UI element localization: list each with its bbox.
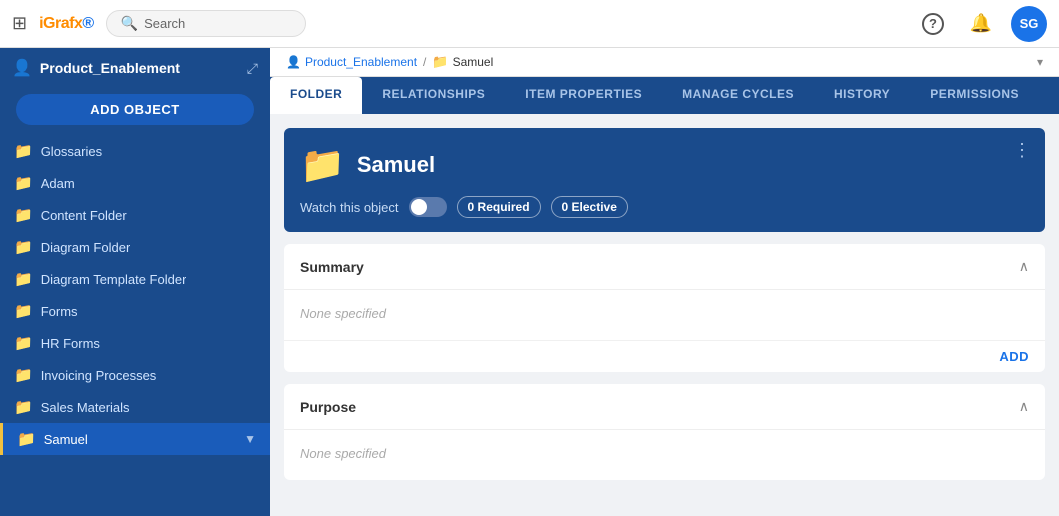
- summary-section: Summary ∧ None specified ADD: [284, 244, 1045, 372]
- breadcrumb-expand-icon[interactable]: ▾: [1037, 55, 1043, 69]
- sidebar-item-label: Diagram Folder: [41, 240, 131, 255]
- folder-icon: 📁: [14, 174, 33, 192]
- sidebar-item-label: Adam: [41, 176, 75, 191]
- content-body: ⋮ 📁 Samuel Watch this object 0 Required …: [270, 114, 1059, 516]
- help-button[interactable]: ?: [915, 6, 951, 42]
- tab-permissions[interactable]: PERMISSIONS: [910, 77, 1039, 114]
- purpose-none-specified: None specified: [300, 446, 386, 461]
- notifications-button[interactable]: 🔔: [963, 6, 999, 42]
- user-avatar[interactable]: SG: [1011, 6, 1047, 42]
- sidebar-item-hr-forms[interactable]: 📁 HR Forms: [0, 327, 270, 359]
- sidebar-item-label: Forms: [41, 304, 78, 319]
- app-logo: iGrafx®: [39, 15, 94, 33]
- add-object-button[interactable]: ADD OBJECT: [16, 94, 254, 125]
- summary-collapse-icon[interactable]: ∧: [1019, 258, 1029, 275]
- folder-icon: 📁: [14, 238, 33, 256]
- toggle-knob: [411, 199, 427, 215]
- object-header-top: 📁 Samuel: [300, 144, 1029, 186]
- sidebar-item-forms[interactable]: 📁 Forms: [0, 295, 270, 327]
- sidebar-item-adam[interactable]: 📁 Adam: [0, 167, 270, 199]
- sidebar-item-content-folder[interactable]: 📁 Content Folder: [0, 199, 270, 231]
- folder-icon: 📁: [14, 142, 33, 160]
- sidebar-item-invoicing-processes[interactable]: 📁 Invoicing Processes: [0, 359, 270, 391]
- workspace-icon: 👤: [12, 58, 32, 78]
- sidebar-header: 👤 Product_Enablement ⤢: [0, 48, 270, 88]
- purpose-body: None specified: [284, 430, 1045, 480]
- chevron-down-icon: ▼: [244, 432, 256, 446]
- folder-icon: 📁: [14, 366, 33, 384]
- summary-section-header: Summary ∧: [284, 244, 1045, 290]
- breadcrumb-current: 📁 Samuel: [432, 54, 493, 70]
- sidebar-item-label: Content Folder: [41, 208, 127, 223]
- sidebar-item-label: Invoicing Processes: [41, 368, 157, 383]
- grid-icon[interactable]: ⊞: [12, 13, 27, 34]
- sidebar-item-label: Glossaries: [41, 144, 102, 159]
- sidebar-item-diagram-template-folder[interactable]: 📁 Diagram Template Folder: [0, 263, 270, 295]
- watch-label: Watch this object: [300, 200, 399, 215]
- sidebar-item-label: HR Forms: [41, 336, 100, 351]
- object-header-card: ⋮ 📁 Samuel Watch this object 0 Required …: [284, 128, 1045, 232]
- sidebar-item-label: Samuel: [44, 432, 88, 447]
- sidebar-item-label: Sales Materials: [41, 400, 130, 415]
- top-nav: ⊞ iGrafx® 🔍 Search ? 🔔 SG: [0, 0, 1059, 48]
- breadcrumb-workspace[interactable]: 👤 Product_Enablement: [286, 55, 417, 69]
- purpose-title: Purpose: [300, 399, 356, 415]
- folder-icon: 📁: [14, 334, 33, 352]
- help-icon: ?: [922, 13, 944, 35]
- object-folder-icon: 📁: [300, 144, 345, 186]
- sidebar-item-glossaries[interactable]: 📁 Glossaries: [0, 135, 270, 167]
- watch-toggle[interactable]: [409, 197, 447, 217]
- sidebar-item-samuel[interactable]: 📁 Samuel ▼: [0, 423, 270, 455]
- more-options-icon[interactable]: ⋮: [1013, 140, 1031, 161]
- tab-folder[interactable]: FOLDER: [270, 77, 362, 114]
- search-bar[interactable]: 🔍 Search: [106, 10, 306, 37]
- purpose-collapse-icon[interactable]: ∧: [1019, 398, 1029, 415]
- required-badge[interactable]: 0 Required: [457, 196, 541, 218]
- workspace-icon-small: 👤: [286, 55, 301, 69]
- summary-title: Summary: [300, 259, 364, 275]
- breadcrumb: 👤 Product_Enablement / 📁 Samuel ▾: [270, 48, 1059, 77]
- tab-history[interactable]: HISTORY: [814, 77, 910, 114]
- object-title: Samuel: [357, 152, 435, 178]
- bell-icon: 🔔: [970, 13, 992, 34]
- folder-icon: 📁: [14, 398, 33, 416]
- folder-icon: 📁: [14, 270, 33, 288]
- sidebar-items-list: 📁 Glossaries 📁 Adam 📁 Content Folder 📁 D…: [0, 135, 270, 516]
- summary-footer: ADD: [284, 340, 1045, 372]
- folder-icon: 📁: [14, 206, 33, 224]
- sidebar-item-label: Diagram Template Folder: [41, 272, 187, 287]
- summary-none-specified: None specified: [300, 306, 386, 321]
- sidebar: 👤 Product_Enablement ⤢ ADD OBJECT 📁 Glos…: [0, 48, 270, 516]
- content-area: 👤 Product_Enablement / 📁 Samuel ▾ FOLDER…: [270, 48, 1059, 516]
- tab-bar: FOLDER RELATIONSHIPS ITEM PROPERTIES MAN…: [270, 77, 1059, 114]
- sidebar-item-sales-materials[interactable]: 📁 Sales Materials: [0, 391, 270, 423]
- sidebar-title: Product_Enablement: [40, 60, 239, 76]
- search-icon: 🔍: [121, 15, 138, 32]
- summary-add-link[interactable]: ADD: [999, 349, 1029, 364]
- sidebar-item-diagram-folder[interactable]: 📁 Diagram Folder: [0, 231, 270, 263]
- folder-icon-breadcrumb: 📁: [432, 54, 448, 70]
- tab-manage-cycles[interactable]: MANAGE CYCLES: [662, 77, 814, 114]
- folder-icon: 📁: [14, 302, 33, 320]
- purpose-section-header: Purpose ∧: [284, 384, 1045, 430]
- tab-relationships[interactable]: RELATIONSHIPS: [362, 77, 505, 114]
- sidebar-expand-icon[interactable]: ⤢: [247, 60, 258, 77]
- object-header-bottom: Watch this object 0 Required 0 Elective: [300, 196, 1029, 218]
- folder-icon: 📁: [17, 430, 36, 448]
- purpose-section: Purpose ∧ None specified: [284, 384, 1045, 480]
- elective-badge[interactable]: 0 Elective: [551, 196, 628, 218]
- main-layout: 👤 Product_Enablement ⤢ ADD OBJECT 📁 Glos…: [0, 48, 1059, 516]
- search-placeholder: Search: [144, 16, 185, 31]
- tab-item-properties[interactable]: ITEM PROPERTIES: [505, 77, 662, 114]
- breadcrumb-separator: /: [423, 55, 426, 69]
- summary-body: None specified: [284, 290, 1045, 340]
